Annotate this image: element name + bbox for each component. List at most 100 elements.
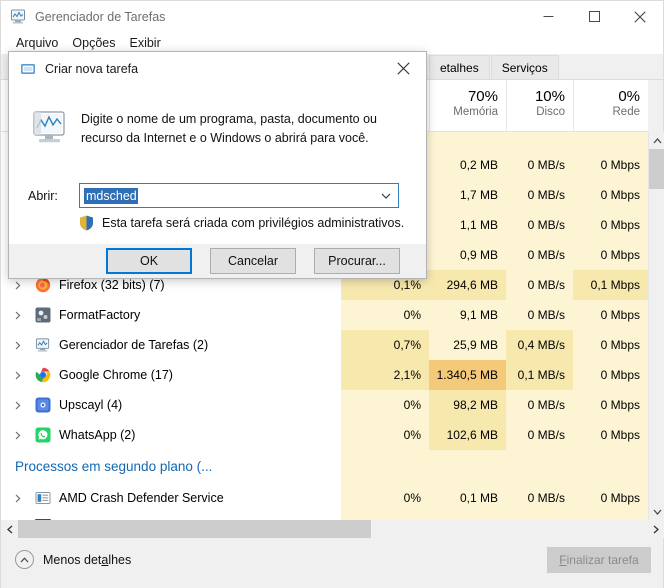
group-header-label: Processos em segundo plano (... xyxy=(15,459,213,474)
service-icon xyxy=(35,490,51,506)
tab-servicos[interactable]: Serviços xyxy=(490,55,559,79)
menu-arquivo[interactable]: Arquivo xyxy=(9,34,65,52)
cell-heat-background xyxy=(573,513,648,520)
new-task-icon xyxy=(20,61,36,77)
menu-exibir[interactable]: Exibir xyxy=(122,34,167,52)
network-cell: 0 Mbps xyxy=(600,188,640,202)
vertical-scroll-thumb[interactable] xyxy=(649,149,664,189)
scroll-up-icon[interactable] xyxy=(649,132,664,149)
memory-cell: 102,6 MB xyxy=(446,428,498,442)
cell-heat-background xyxy=(506,513,573,520)
table-row[interactable]: FormatFactory 0% 9,1 MB 0 MB/s 0 Mbps xyxy=(1,300,648,330)
statusbar: Menos detalhes Finalizar tarefa xyxy=(1,538,663,588)
dialog-footer: OK Cancelar Procurar... xyxy=(9,244,426,278)
less-details-label: Menos detalhes xyxy=(43,552,132,567)
scroll-right-icon[interactable] xyxy=(647,520,664,538)
group-header[interactable]: Processos em segundo plano (... xyxy=(1,450,648,483)
ok-button[interactable]: OK xyxy=(106,248,192,274)
disk-cell: 0 MB/s xyxy=(527,491,565,505)
horizontal-scrollbar[interactable] xyxy=(1,520,664,538)
network-cell: 0 Mbps xyxy=(600,218,640,232)
horizontal-scroll-track[interactable] xyxy=(18,520,647,538)
whatsapp-icon xyxy=(35,427,51,443)
dialog-body: Digite o nome de um programa, pasta, doc… xyxy=(9,85,426,244)
memory-cell: 25,9 MB xyxy=(453,338,498,352)
tab-detalhes[interactable]: etalhes xyxy=(429,55,490,79)
chevron-down-icon[interactable] xyxy=(374,184,398,207)
network-cell: 0 Mbps xyxy=(600,308,640,322)
memory-cell: 0,9 MB xyxy=(459,248,498,262)
table-row[interactable]: Gerenciador de Tarefas (2) 0,7% 25,9 MB 0,4… xyxy=(1,330,648,360)
open-label: Abrir: xyxy=(28,189,58,203)
cpu-cell: 0% xyxy=(403,308,421,322)
cell-heat-background xyxy=(573,450,648,483)
vertical-scrollbar[interactable] xyxy=(648,132,664,520)
disk-cell: 0 MB/s xyxy=(527,218,565,232)
chrome-icon xyxy=(35,367,51,383)
table-row[interactable]: WhatsApp (2) 0% 102,6 MB 0 MB/s 0 Mbps xyxy=(1,420,648,450)
cell-heat-background xyxy=(429,132,506,150)
horizontal-scroll-thumb[interactable] xyxy=(18,520,371,538)
memory-cell: 0,2 MB xyxy=(459,158,498,172)
network-cell: 0 Mbps xyxy=(600,398,640,412)
table-row[interactable]: AMD Crash Defender Service 0% 0,1 MB 0 MB/s… xyxy=(1,483,648,513)
cpu-cell: 2,1% xyxy=(393,368,421,382)
expand-chevron-icon[interactable] xyxy=(15,330,21,360)
dialog-title: Criar nova tarefa xyxy=(45,61,139,76)
less-details-button[interactable]: Menos detalhes xyxy=(15,550,131,569)
disk-cell: 0 MB/s xyxy=(527,278,565,292)
scroll-left-icon[interactable] xyxy=(1,520,18,538)
firefox-icon xyxy=(35,277,51,293)
formatfactory-icon xyxy=(35,307,51,323)
open-combobox[interactable]: mdsched xyxy=(79,183,399,208)
process-name: Google Chrome (17) xyxy=(59,368,173,382)
window-controls xyxy=(525,1,663,32)
maximize-button[interactable] xyxy=(571,1,617,32)
minimize-button[interactable] xyxy=(525,1,571,32)
dialog-titlebar: Criar nova tarefa xyxy=(9,52,426,85)
end-task-label: Finalizar tarefa xyxy=(559,553,639,567)
table-row[interactable] xyxy=(1,513,648,520)
close-button[interactable] xyxy=(617,1,663,32)
column-header-disk[interactable]: 10% Disco xyxy=(506,80,573,132)
network-usage-pct: 0% xyxy=(618,88,640,105)
expand-chevron-icon[interactable] xyxy=(15,360,21,390)
expand-chevron-icon[interactable] xyxy=(15,420,21,450)
table-row[interactable]: Upscayl (4) 0% 98,2 MB 0 MB/s 0 Mbps xyxy=(1,390,648,420)
menu-opcoes[interactable]: Opções xyxy=(65,34,122,52)
network-cell: 0 Mbps xyxy=(600,368,640,382)
task-manager-icon xyxy=(10,8,27,25)
dialog-close-button[interactable] xyxy=(381,52,426,85)
cpu-cell: 0% xyxy=(403,398,421,412)
browse-button[interactable]: Procurar... xyxy=(314,248,400,274)
end-task-button[interactable]: Finalizar tarefa xyxy=(547,547,651,573)
cell-heat-background xyxy=(506,450,573,483)
cell-heat-background xyxy=(341,513,429,520)
disk-cell: 0 MB/s xyxy=(527,428,565,442)
disk-cell: 0 MB/s xyxy=(527,248,565,262)
open-input-value[interactable]: mdsched xyxy=(84,187,138,204)
disk-label: Disco xyxy=(536,106,565,118)
column-header-memory[interactable]: 70% Memória xyxy=(429,80,506,132)
cell-heat-background xyxy=(429,513,506,520)
process-name: Gerenciador de Tarefas (2) xyxy=(59,338,209,352)
process-name: AMD Crash Defender Service xyxy=(59,491,224,505)
memory-cell: 294,6 MB xyxy=(446,278,498,292)
table-row[interactable]: Google Chrome (17) 2,1% 1.340,5 MB 0,1 MB/s… xyxy=(1,360,648,390)
cell-heat-background xyxy=(506,132,573,150)
disk-cell: 0 MB/s xyxy=(527,188,565,202)
column-header-network[interactable]: 0% Rede xyxy=(573,80,648,132)
disk-cell: 0,4 MB/s xyxy=(517,338,565,352)
uac-notice: Esta tarefa será criada com privilégios … xyxy=(79,215,404,231)
memory-cell: 98,2 MB xyxy=(453,398,498,412)
network-cell: 0,1 Mbps xyxy=(590,278,640,292)
memory-cell: 1,1 MB xyxy=(459,218,498,232)
cpu-cell: 0% xyxy=(403,491,421,505)
scroll-down-icon[interactable] xyxy=(649,503,664,520)
expand-chevron-icon[interactable] xyxy=(15,300,21,330)
network-cell: 0 Mbps xyxy=(600,428,640,442)
expand-chevron-icon[interactable] xyxy=(15,483,21,513)
expand-chevron-icon[interactable] xyxy=(15,390,21,420)
shield-icon xyxy=(79,215,94,231)
cancel-button[interactable]: Cancelar xyxy=(210,248,296,274)
